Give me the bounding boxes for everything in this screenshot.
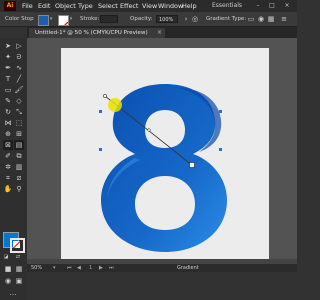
stroke-label: Stroke: <box>80 16 100 22</box>
direct-selection-tool-icon[interactable]: ▷ <box>14 41 24 51</box>
artboard[interactable] <box>61 48 269 259</box>
menu-help[interactable]: Help <box>182 2 197 10</box>
minimize-icon[interactable]: – <box>252 1 264 11</box>
color-stop-highlight[interactable] <box>108 98 122 112</box>
opacity-label: Opacity: <box>130 16 153 22</box>
workspace-switcher[interactable]: Essentials <box>212 2 242 9</box>
symbol-sprayer-tool-icon[interactable]: ✲ <box>3 162 13 172</box>
chevron-down-icon[interactable]: ▾ <box>53 264 56 272</box>
selection-tool-icon[interactable]: ➤ <box>3 41 13 51</box>
app-logo: Ai <box>4 1 16 11</box>
control-bar: Color Stop ▾ ▾ Stroke: Opacity: 100% › ◎… <box>0 12 297 27</box>
radial-gradient-icon[interactable]: ◉ <box>257 15 265 23</box>
scale-tool-icon[interactable]: ⤡ <box>14 107 24 117</box>
rotate-tool-icon[interactable]: ↻ <box>3 107 13 117</box>
document-tab[interactable]: Untitled-1* @ 50 % (CMYK/CPU Preview) × <box>29 28 165 38</box>
paintbrush-tool-icon[interactable]: 🖌 <box>14 85 24 95</box>
freeform-gradient-icon[interactable]: ▦ <box>267 15 275 23</box>
slice-tool-icon[interactable]: ⧄ <box>14 173 24 183</box>
pen-tool-icon[interactable]: ✒ <box>3 63 13 73</box>
artwork <box>99 84 227 252</box>
menu-bar: Ai File Edit Object Type Select Effect V… <box>0 0 297 12</box>
anchor-point[interactable] <box>219 148 222 151</box>
stroke-weight-field[interactable] <box>100 15 118 23</box>
anchor-point[interactable] <box>99 148 102 151</box>
chevron-down-icon[interactable]: ▾ <box>48 16 54 23</box>
menu-file[interactable]: File <box>22 2 33 10</box>
menu-edit[interactable]: Edit <box>38 2 50 10</box>
rectangle-tool-icon[interactable]: ▭ <box>3 85 13 95</box>
document-tab-bar: Untitled-1* @ 50 % (CMYK/CPU Preview) × <box>27 27 297 38</box>
lasso-tool-icon[interactable]: ᘐ <box>14 52 24 62</box>
chevron-right-icon[interactable]: › <box>182 15 190 23</box>
shape-builder-tool-icon[interactable]: ⊕ <box>3 129 13 139</box>
zoom-level[interactable]: 50% <box>31 264 42 272</box>
none-slash-icon <box>64 21 68 25</box>
chevron-down-icon[interactable]: ▾ <box>68 16 74 23</box>
perspective-grid-tool-icon[interactable]: ⊞ <box>14 129 24 139</box>
close-window-icon[interactable]: × <box>281 1 293 11</box>
recolor-icon[interactable]: ◎ <box>191 15 199 23</box>
type-tool-icon[interactable]: T <box>3 74 13 84</box>
gradient-midpoint-handle[interactable] <box>147 128 151 132</box>
width-tool-icon[interactable]: ⋈ <box>3 118 13 128</box>
eyedropper-tool-icon[interactable]: ✐ <box>3 151 13 161</box>
next-artboard-icon[interactable]: ▶ <box>99 264 103 272</box>
panel-menu-icon[interactable]: ≡ <box>280 15 288 23</box>
mesh-tool-icon[interactable]: ⊠ <box>3 140 13 150</box>
menu-window[interactable]: Window <box>158 2 183 10</box>
color-mode-icon[interactable]: ■ <box>3 264 13 274</box>
line-tool-icon[interactable]: ╱ <box>14 74 24 84</box>
magic-wand-tool-icon[interactable]: ✦ <box>3 52 13 62</box>
menu-view[interactable]: View <box>142 2 157 10</box>
artboard-number[interactable]: 1 <box>89 264 92 272</box>
stroke-none-icon <box>13 241 20 248</box>
swap-colors-icon[interactable]: ⇄ <box>15 254 21 260</box>
curvature-tool-icon[interactable]: ∿ <box>14 63 24 73</box>
free-transform-tool-icon[interactable]: ⬚ <box>14 118 24 128</box>
gradient-tool-icon[interactable]: ▤ <box>14 140 24 150</box>
default-colors-icon[interactable]: ◪ <box>3 254 9 260</box>
menu-type[interactable]: Type <box>78 2 93 10</box>
anchor-point[interactable] <box>99 110 102 113</box>
linear-gradient-icon[interactable]: ▭ <box>247 15 255 23</box>
tools-panel: ➤ ▷ ✦ ᘐ ✒ ∿ T ╱ ▭ 🖌 ✎ ◇ ↻ ⤡ ⋈ ⬚ ⊕ ⊞ ⊠ ▤ … <box>0 38 27 300</box>
status-bar: 50% ▾ ⏮ ◀ 1 ▶ ⏭ Gradient <box>27 264 297 272</box>
last-artboard-icon[interactable]: ⏭ <box>109 264 114 272</box>
artboard-tool-icon[interactable]: ⌗ <box>3 173 13 183</box>
close-tab-icon[interactable]: × <box>157 28 162 38</box>
previous-artboard-icon[interactable]: ◀ <box>77 264 81 272</box>
anchor-point[interactable] <box>219 110 222 113</box>
shaper-tool-icon[interactable]: ✎ <box>3 96 13 106</box>
zoom-tool-icon[interactable]: ⚲ <box>14 184 24 194</box>
gradient-end-handle[interactable] <box>189 162 195 168</box>
menu-effect[interactable]: Effect <box>120 2 138 10</box>
menu-object[interactable]: Object <box>55 2 76 10</box>
maximize-icon[interactable]: □ <box>266 1 278 11</box>
first-artboard-icon[interactable]: ⏮ <box>67 264 72 272</box>
document-tab-title: Untitled-1* @ 50 % (CMYK/CPU Preview) <box>35 30 148 36</box>
active-tool-label: Gradient <box>177 265 199 271</box>
gradient-mode-icon[interactable]: ▦ <box>14 264 24 274</box>
gradient-start-handle[interactable] <box>103 94 107 98</box>
blend-tool-icon[interactable]: ⧉ <box>14 151 24 161</box>
menu-select[interactable]: Select <box>98 2 118 10</box>
more-tools-icon[interactable]: … <box>8 288 18 298</box>
gradient-type-label: Gradient Type: <box>206 16 247 22</box>
opacity-field[interactable]: 100% <box>156 15 178 23</box>
eraser-tool-icon[interactable]: ◇ <box>14 96 24 106</box>
selection-type-label: Color Stop <box>5 16 34 22</box>
draw-mode-icon[interactable]: ◉ <box>3 276 13 286</box>
canvas-area[interactable] <box>27 38 297 259</box>
hand-tool-icon[interactable]: ✋ <box>3 184 13 194</box>
screen-mode-icon[interactable]: ▣ <box>14 276 24 286</box>
column-graph-tool-icon[interactable]: ▥ <box>14 162 24 172</box>
